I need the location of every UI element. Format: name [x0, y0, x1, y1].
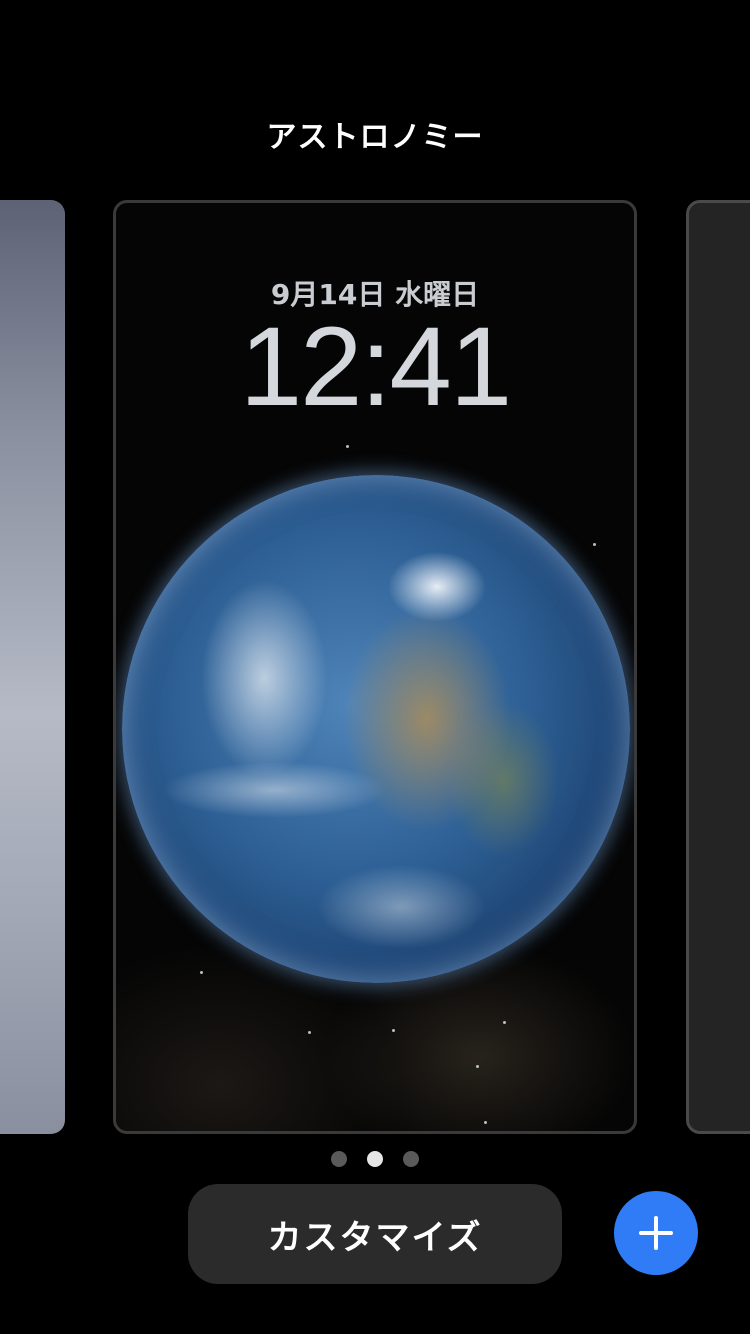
- add-wallpaper-button[interactable]: [614, 1191, 698, 1275]
- star: [392, 1029, 395, 1032]
- star: [593, 543, 596, 546]
- star: [346, 445, 349, 448]
- earth-image: [122, 475, 630, 983]
- wallpaper-preview-next[interactable]: [686, 200, 750, 1134]
- customize-button[interactable]: カスタマイズ: [188, 1184, 562, 1284]
- wallpaper-title: アストロノミー: [266, 120, 484, 155]
- page-dot-1[interactable]: [331, 1151, 347, 1167]
- wallpaper-gallery: アストロノミー 9月14日 水曜日 12:41 カスタマイズ: [0, 0, 750, 1334]
- wallpaper-preview-current[interactable]: 9月14日 水曜日 12:41: [113, 200, 637, 1134]
- lockscreen-time: 12:41: [239, 304, 512, 429]
- star: [200, 971, 203, 974]
- star: [308, 1031, 311, 1034]
- star: [484, 1121, 487, 1124]
- wallpaper-preview-previous[interactable]: [0, 200, 65, 1134]
- page-dot-2[interactable]: [367, 1151, 383, 1167]
- page-indicator[interactable]: [0, 1151, 750, 1167]
- star: [476, 1065, 479, 1068]
- page-dot-3[interactable]: [403, 1151, 419, 1167]
- plus-icon: [639, 1216, 673, 1250]
- star: [503, 1021, 506, 1024]
